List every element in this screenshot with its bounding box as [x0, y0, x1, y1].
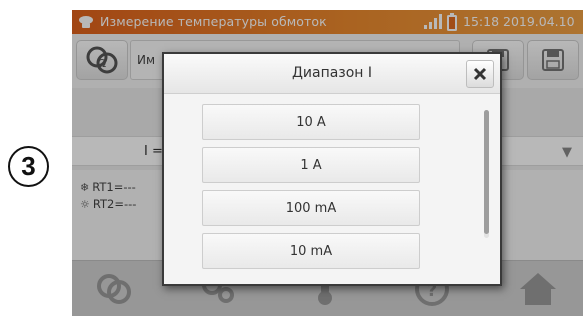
dialog-header: Диапазон I [164, 54, 500, 94]
step-marker: 3 [8, 146, 49, 187]
scrollbar-thumb[interactable] [484, 110, 489, 234]
option-1a[interactable]: 1 A [202, 147, 420, 183]
close-icon [473, 67, 487, 81]
dialog-scrollbar[interactable] [484, 110, 489, 238]
option-10ma[interactable]: 10 mA [202, 233, 420, 269]
dialog-title: Диапазон I [291, 65, 373, 81]
range-dialog: Диапазон I 10 A 1 A 100 mA 10 mA [162, 52, 502, 286]
option-10a[interactable]: 10 A [202, 104, 420, 140]
option-100ma[interactable]: 100 mA [202, 190, 420, 226]
device-screen: Измерение температуры обмоток 15:18 2019… [72, 10, 583, 316]
close-button[interactable] [466, 60, 494, 88]
